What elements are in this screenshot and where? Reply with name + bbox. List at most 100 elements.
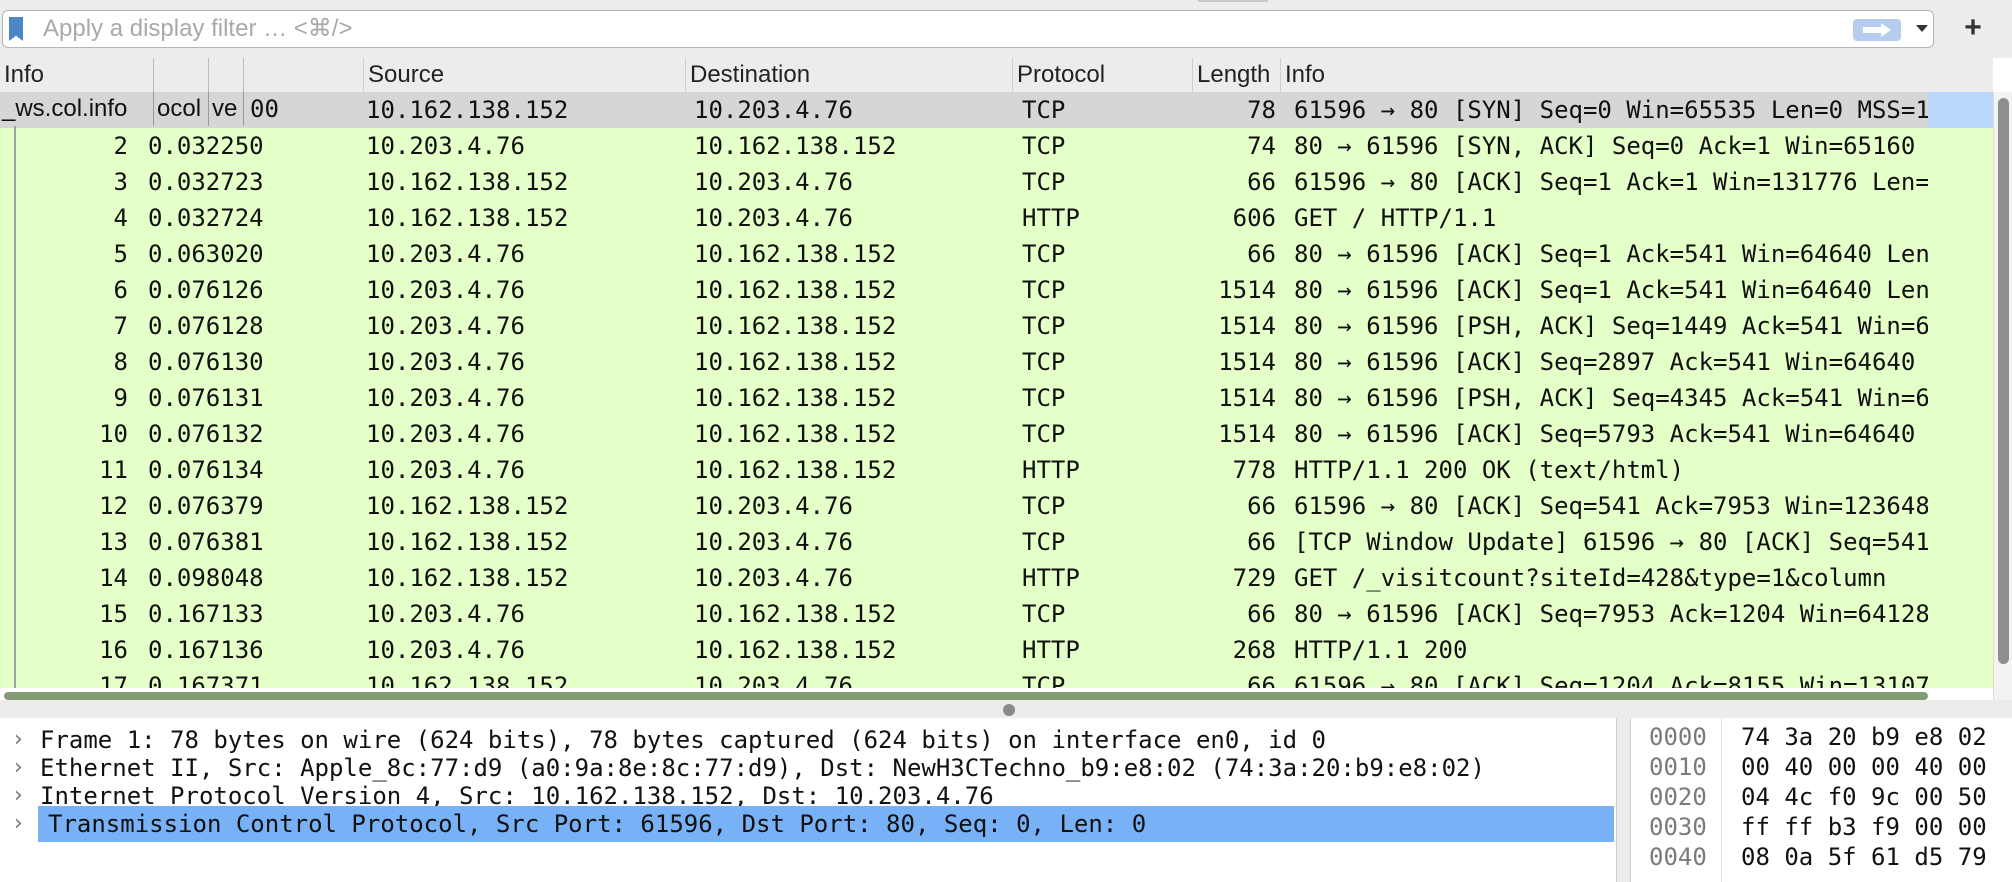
- hex-dump-line[interactable]: 0010 00 40 00 00 40 00: [1631, 752, 2012, 782]
- packet-destination: 10.162.138.152: [694, 600, 897, 628]
- hex-bytes: 00 40 00 00 40 00: [1741, 753, 1987, 781]
- packet-info: 80 → 61596 [ACK] Seq=5793 Ack=541 Win=64…: [1294, 420, 1916, 448]
- column-header-source[interactable]: Source: [364, 58, 686, 92]
- pane-splitter[interactable]: [0, 700, 2012, 718]
- packet-protocol: TCP: [1022, 132, 1066, 160]
- splitter-handle[interactable]: [1003, 704, 1015, 716]
- column-header-time[interactable]: [244, 58, 364, 92]
- packet-protocol: TCP: [1022, 168, 1066, 196]
- packet-row[interactable]: 11 0.076134 10.203.4.76 10.162.138.152 HTTP 7…: [0, 452, 1928, 488]
- packet-number: 8: [113, 348, 128, 376]
- packet-info: GET /_visitcount?siteId=428&type=1&colum…: [1294, 564, 1887, 592]
- packet-rows[interactable]: 110.162.138.15210.203.4.76TCP7861596 → 8…: [0, 92, 1928, 688]
- arrow-right-icon: [1863, 23, 1891, 37]
- packet-info: [TCP Window Update] 61596 → 80 [ACK] Seq…: [1294, 528, 1928, 556]
- selected-row-highlight: [1928, 92, 1993, 128]
- column-header-protocol[interactable]: Protocol: [1013, 58, 1193, 92]
- packet-destination: 10.162.138.152: [694, 420, 897, 448]
- packet-row[interactable]: 15 0.167133 10.203.4.76 10.162.138.152 TCP 66…: [0, 596, 1928, 632]
- packet-bytes-pane[interactable]: 0000 74 3a 20 b9 e8 02 0010 00 40 00 00 40 …: [1630, 718, 2012, 882]
- packet-destination: 10.162.138.152: [694, 312, 897, 340]
- packet-row[interactable]: 3 0.032723 10.162.138.152 10.203.4.76 TCP 66 6…: [0, 164, 1928, 200]
- packet-row[interactable]: 13 0.076381 10.162.138.152 10.203.4.76 TCP 66…: [0, 524, 1928, 560]
- expand-chevron-icon[interactable]: ›: [14, 806, 23, 842]
- packet-row[interactable]: 110.162.138.15210.203.4.76TCP7861596 → 8…: [0, 92, 1928, 128]
- column-drag-overlay[interactable]: Info _ws.col.info ocol ve 00: [0, 58, 279, 126]
- packet-row[interactable]: 12 0.076379 10.162.138.152 10.203.4.76 TCP 66…: [0, 488, 1928, 524]
- packet-time: 0.032723: [148, 168, 264, 196]
- overlay-divider: [153, 58, 154, 92]
- packet-length: 729: [1232, 564, 1276, 592]
- packet-row[interactable]: 7 0.076128 10.203.4.76 10.162.138.152 TCP 151…: [0, 308, 1928, 344]
- packet-time: 0.076130: [148, 348, 264, 376]
- packet-row[interactable]: 16 0.167136 10.203.4.76 10.162.138.152 HTTP 2…: [0, 632, 1928, 668]
- packet-time: 0.032250: [148, 132, 264, 160]
- packet-row[interactable]: 14 0.098048 10.162.138.152 10.203.4.76 HTTP 7…: [0, 560, 1928, 596]
- packet-protocol: TCP: [1022, 528, 1066, 556]
- packet-protocol: TCP: [1022, 240, 1066, 268]
- packet-source: 10.203.4.76: [366, 132, 525, 160]
- packet-row[interactable]: 4 0.032724 10.162.138.152 10.203.4.76 HTTP 60…: [0, 200, 1928, 236]
- packet-row[interactable]: 6 0.076126 10.203.4.76 10.162.138.152 TCP 151…: [0, 272, 1928, 308]
- packet-list-header: Source Destination Protocol Length Info: [0, 58, 1993, 93]
- overlay-divider: [208, 92, 209, 126]
- packet-row[interactable]: 8 0.076130 10.203.4.76 10.162.138.152 TCP 151…: [0, 344, 1928, 380]
- display-filter-input[interactable]: [43, 15, 1843, 43]
- add-filter-button[interactable]: +: [1954, 10, 1992, 48]
- packet-row[interactable]: 5 0.063020 10.203.4.76 10.162.138.152 TCP 66 8…: [0, 236, 1928, 272]
- packet-length: 66: [1247, 600, 1276, 628]
- column-header-length[interactable]: Length: [1193, 58, 1281, 92]
- packet-info: 80 → 61596 [ACK] Seq=7953 Ack=1204 Win=6…: [1294, 600, 1928, 628]
- packet-protocol: TCP: [1022, 96, 1066, 124]
- display-filter-field[interactable]: [2, 10, 1934, 48]
- packet-list-pane: Source Destination Protocol Length Info …: [0, 58, 2012, 700]
- hex-offset: 0040: [1649, 843, 1707, 871]
- packet-number: 10: [99, 420, 128, 448]
- packet-list-horizontal-scrollbar[interactable]: [0, 688, 1928, 700]
- hex-dump-line[interactable]: 0040 08 0a 5f 61 d5 79: [1631, 842, 2012, 872]
- packet-length: 66: [1247, 168, 1276, 196]
- packet-list-vertical-scrollbar[interactable]: [1993, 92, 2012, 700]
- vertical-scroll-thumb[interactable]: [1998, 98, 2009, 664]
- packet-info: HTTP/1.1 200: [1294, 636, 1468, 664]
- packet-protocol: HTTP: [1022, 564, 1080, 592]
- row-overflow-band: [1928, 92, 1993, 688]
- overlay-partial-time: 00: [250, 95, 279, 123]
- packet-row[interactable]: 10 0.076132 10.203.4.76 10.162.138.152 TCP 15…: [0, 416, 1928, 452]
- packet-row[interactable]: 17 0.167371 10.162.138.152 10.203.4.76 TCP 66…: [0, 668, 1928, 688]
- overlay-title: Info: [4, 61, 45, 88]
- packet-length: 778: [1232, 456, 1276, 484]
- packet-protocol: TCP: [1022, 312, 1066, 340]
- hex-dump-line[interactable]: 0000 74 3a 20 b9 e8 02: [1631, 722, 2012, 752]
- apply-filter-button[interactable]: [1853, 19, 1901, 41]
- packet-destination: 10.162.138.152: [694, 348, 897, 376]
- packet-details-pane[interactable]: › Frame 1: 78 bytes on wire (624 bits), 7…: [0, 718, 1617, 882]
- packet-protocol: TCP: [1022, 492, 1066, 520]
- packet-info: 61596 → 80 [ACK] Seq=541 Ack=7953 Win=12…: [1294, 492, 1928, 520]
- packet-row[interactable]: 9 0.076131 10.203.4.76 10.162.138.152 TCP 151…: [0, 380, 1928, 416]
- packet-source: 10.203.4.76: [366, 456, 525, 484]
- column-header-info[interactable]: Info: [1281, 58, 1993, 92]
- packet-source: 10.203.4.76: [366, 276, 525, 304]
- packet-row[interactable]: 2 0.032250 10.203.4.76 10.162.138.152 TCP 74 8…: [0, 128, 1928, 164]
- column-header-destination[interactable]: Destination: [686, 58, 1013, 92]
- packet-time: 0.032724: [148, 204, 264, 232]
- packet-number: 12: [99, 492, 128, 520]
- packet-length: 1514: [1218, 384, 1276, 412]
- packet-protocol: TCP: [1022, 672, 1066, 688]
- hex-dump-line[interactable]: 0030 ff ff b3 f9 00 00: [1631, 812, 2012, 842]
- detail-tree-item[interactable]: › Transmission Control Protocol, Src Port…: [0, 806, 1616, 842]
- packet-destination: 10.162.138.152: [694, 456, 897, 484]
- horizontal-scroll-thumb[interactable]: [4, 692, 1928, 700]
- packet-source: 10.203.4.76: [366, 600, 525, 628]
- detail-tree-label: Transmission Control Protocol, Src Port:…: [38, 806, 1614, 842]
- packet-info: HTTP/1.1 200 OK (text/html): [1294, 456, 1685, 484]
- hex-dump-line[interactable]: 0020 04 4c f0 9c 00 50: [1631, 782, 2012, 812]
- chevron-down-icon[interactable]: [1915, 21, 1929, 35]
- display-filter-toolbar: +: [0, 0, 2012, 59]
- packet-length: 1514: [1218, 348, 1276, 376]
- packet-time: 0.167133: [148, 600, 264, 628]
- packet-info: 80 → 61596 [PSH, ACK] Seq=4345 Ack=541 W…: [1294, 384, 1928, 412]
- packet-source: 10.162.138.152: [366, 96, 569, 124]
- bookmark-icon[interactable]: [9, 17, 23, 41]
